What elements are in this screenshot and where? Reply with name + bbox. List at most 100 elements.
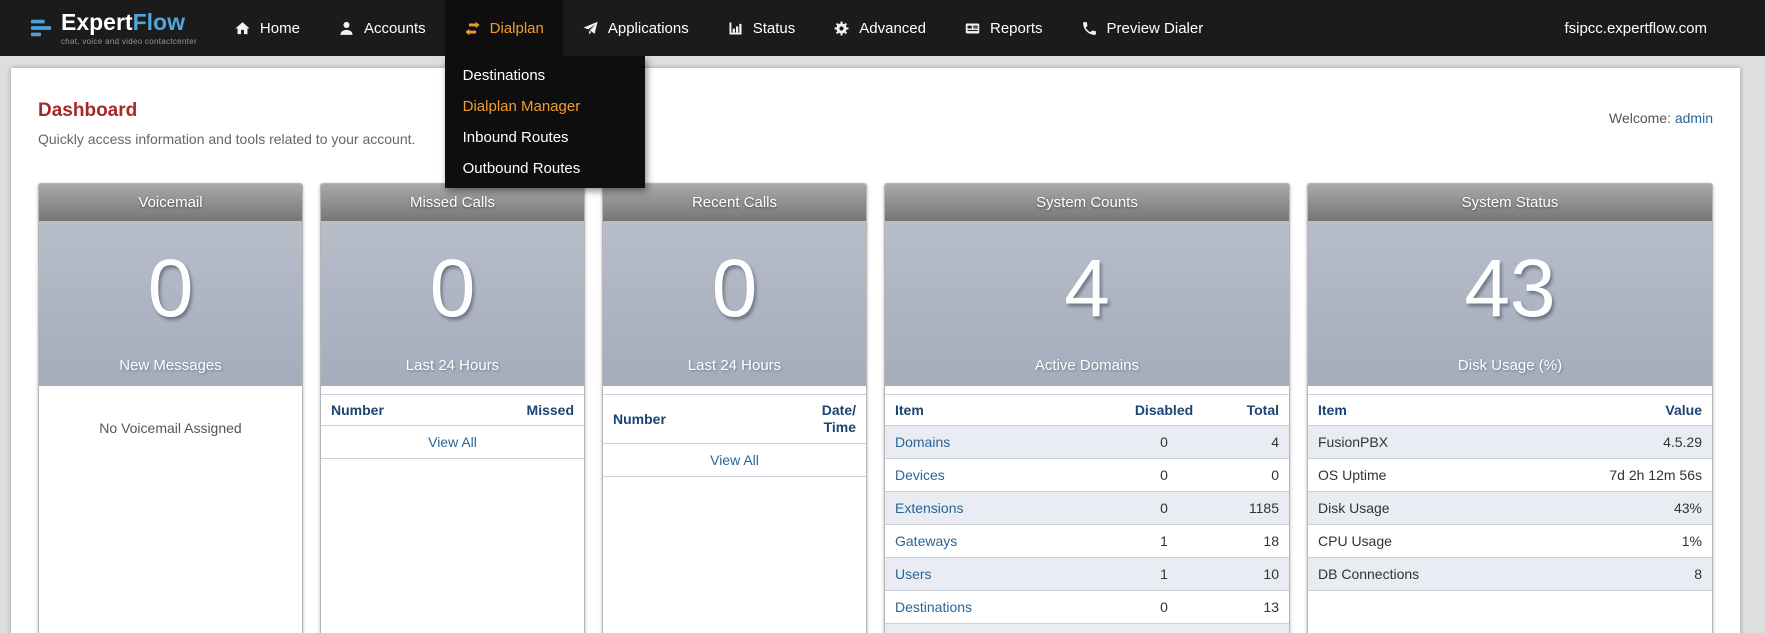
item-link-devices[interactable]: Devices: [895, 467, 945, 483]
col-header-number: Number: [321, 394, 458, 426]
dialplan-icon: [465, 21, 480, 35]
table-row: DB Connections 8: [1308, 557, 1712, 591]
col-header-missed: Missed: [457, 394, 584, 426]
card-system-status: System Status 43 Disk Usage (%) Item Val…: [1307, 183, 1713, 633]
card-missed-calls: Missed Calls 0 Last 24 Hours Number Miss…: [320, 183, 585, 633]
col-header-number: Number: [603, 394, 754, 444]
brand-tagline: chat, voice and video contactcenter: [61, 36, 197, 46]
status-value: 1%: [1517, 524, 1712, 558]
nav-item-reports[interactable]: Reports: [945, 0, 1062, 56]
table-row: Disk Usage 43%: [1308, 491, 1712, 525]
total-value: 13: [1209, 590, 1289, 624]
table-header-row: Item Value: [1308, 394, 1712, 426]
item-link-domains[interactable]: Domains: [895, 434, 950, 450]
card-system-status-count-panel: 43 Disk Usage (%): [1308, 221, 1712, 386]
table-row: Gateways 1 18: [885, 524, 1289, 558]
table-row: CPU Usage 1%: [1308, 524, 1712, 558]
nav-item-accounts[interactable]: Accounts: [319, 0, 445, 56]
missed-calls-view-all-link[interactable]: View All: [428, 434, 477, 450]
status-value: 43%: [1517, 491, 1712, 525]
welcome-user-link[interactable]: admin: [1675, 110, 1713, 126]
disabled-value: 0: [1119, 623, 1209, 633]
status-item: FusionPBX: [1308, 425, 1518, 459]
status-item: CPU Usage: [1308, 524, 1518, 558]
hostname-text: fsipcc.expertflow.com: [1564, 19, 1707, 37]
nav-label-status: Status: [752, 19, 796, 37]
total-value: 1185: [1209, 491, 1289, 525]
card-system-counts-body: Item Disabled Total Domains 0 4 Devices: [885, 386, 1289, 633]
nav-label-home: Home: [259, 19, 300, 37]
status-item: OS Uptime: [1308, 458, 1518, 492]
card-voicemail-body: No Voicemail Assigned: [39, 386, 302, 633]
total-value: 0: [1209, 458, 1289, 492]
brand-logo[interactable]: ExpertFlow chat, voice and video contact…: [0, 0, 215, 56]
status-item: Disk Usage: [1308, 491, 1518, 525]
nav-item-applications[interactable]: Applications: [563, 0, 708, 56]
status-value: 7d 2h 12m 56s: [1517, 458, 1712, 492]
nav-item-home[interactable]: Home: [215, 0, 319, 56]
nav-item-dialplan[interactable]: Dialplan Destinations Dialplan Manager I…: [444, 0, 645, 188]
active-domains-count: 4: [1064, 243, 1110, 334]
disabled-value: 1: [1119, 524, 1209, 558]
voicemail-empty-text: No Voicemail Assigned: [99, 420, 242, 436]
col-header-total: Total: [1209, 394, 1289, 426]
home-icon: [235, 21, 250, 34]
page-title: Dashboard: [38, 100, 138, 121]
card-recent-calls-body: Number Date/ Time View All: [603, 386, 866, 633]
col-header-item: Item: [1308, 394, 1518, 426]
menu-item-dialplan-manager[interactable]: Dialplan Manager: [445, 91, 645, 122]
total-value: 18: [1209, 524, 1289, 558]
recent-calls-view-all-link[interactable]: View All: [710, 452, 759, 468]
table-row: Devices 0 0: [885, 458, 1289, 492]
item-link-destinations[interactable]: Destinations: [895, 599, 972, 615]
disk-usage-count: 43: [1464, 243, 1556, 334]
disabled-value: 1: [1119, 557, 1209, 591]
card-system-counts-title: System Counts: [885, 184, 1289, 221]
menu-item-destinations[interactable]: Destinations: [445, 60, 645, 91]
system-status-table: Item Value FusionPBX 4.5.29 OS Uptime 7d…: [1308, 394, 1712, 591]
date-time-line2: Time: [823, 419, 856, 435]
col-header-disabled: Disabled: [1119, 394, 1209, 426]
nav-item-preview-dialer[interactable]: Preview Dialer: [1062, 0, 1223, 56]
active-domains-label: Active Domains: [1034, 357, 1140, 374]
table-row: Destinations 0 13: [885, 590, 1289, 624]
table-row: View All: [603, 443, 866, 477]
disabled-value: 0: [1119, 458, 1209, 492]
item-link-extensions[interactable]: Extensions: [895, 500, 963, 516]
system-counts-table: Item Disabled Total Domains 0 4 Devices: [885, 394, 1289, 633]
paper-plane-icon: [583, 21, 598, 35]
expertflow-logo-icon: [30, 19, 52, 37]
welcome-label: Welcome:: [1608, 110, 1671, 126]
table-header-row: Number Date/ Time: [603, 394, 866, 444]
voicemail-count: 0: [147, 243, 194, 334]
card-system-counts-count-panel: 4 Active Domains: [885, 221, 1289, 386]
nav-label-preview-dialer: Preview Dialer: [1106, 19, 1204, 37]
card-system-status-title: System Status: [1308, 184, 1712, 221]
card-missed-calls-count-panel: 0 Last 24 Hours: [321, 221, 584, 386]
col-header-item: Item: [885, 394, 1119, 426]
nav-item-advanced[interactable]: Advanced: [814, 0, 945, 56]
dialplan-dropdown: Destinations Dialplan Manager Inbound Ro…: [444, 56, 645, 188]
item-link-gateways[interactable]: Gateways: [895, 533, 957, 549]
card-system-status-body: Item Value FusionPBX 4.5.29 OS Uptime 7d…: [1308, 386, 1712, 633]
nav-menu: Home Accounts Dialplan Destinations Dial…: [215, 0, 1223, 188]
disabled-value: 0: [1119, 425, 1209, 459]
page-subtitle: Quickly access information and tools rel…: [38, 131, 416, 147]
disabled-value: 0: [1119, 491, 1209, 525]
menu-item-outbound-routes[interactable]: Outbound Routes: [445, 153, 645, 184]
table-row: Extensions 0 1185: [885, 491, 1289, 525]
status-value: 4.5.29: [1517, 425, 1712, 459]
table-row: OS Uptime 7d 2h 12m 56s: [1308, 458, 1712, 492]
newspaper-icon: [965, 23, 980, 33]
recent-calls-count: 0: [711, 243, 758, 334]
gear-icon: [834, 21, 849, 35]
nav-label-accounts: Accounts: [363, 19, 426, 37]
menu-item-inbound-routes[interactable]: Inbound Routes: [445, 122, 645, 153]
card-missed-calls-title: Missed Calls: [321, 184, 584, 221]
card-system-counts: System Counts 4 Active Domains Item Disa…: [884, 183, 1290, 633]
total-value: [1209, 623, 1289, 633]
nav-item-status[interactable]: Status: [708, 0, 815, 56]
nav-label-advanced: Advanced: [859, 19, 926, 37]
dashboard-cards: Voicemail 0 New Messages No Voicemail As…: [38, 183, 1713, 633]
item-link-users[interactable]: Users: [895, 566, 932, 582]
